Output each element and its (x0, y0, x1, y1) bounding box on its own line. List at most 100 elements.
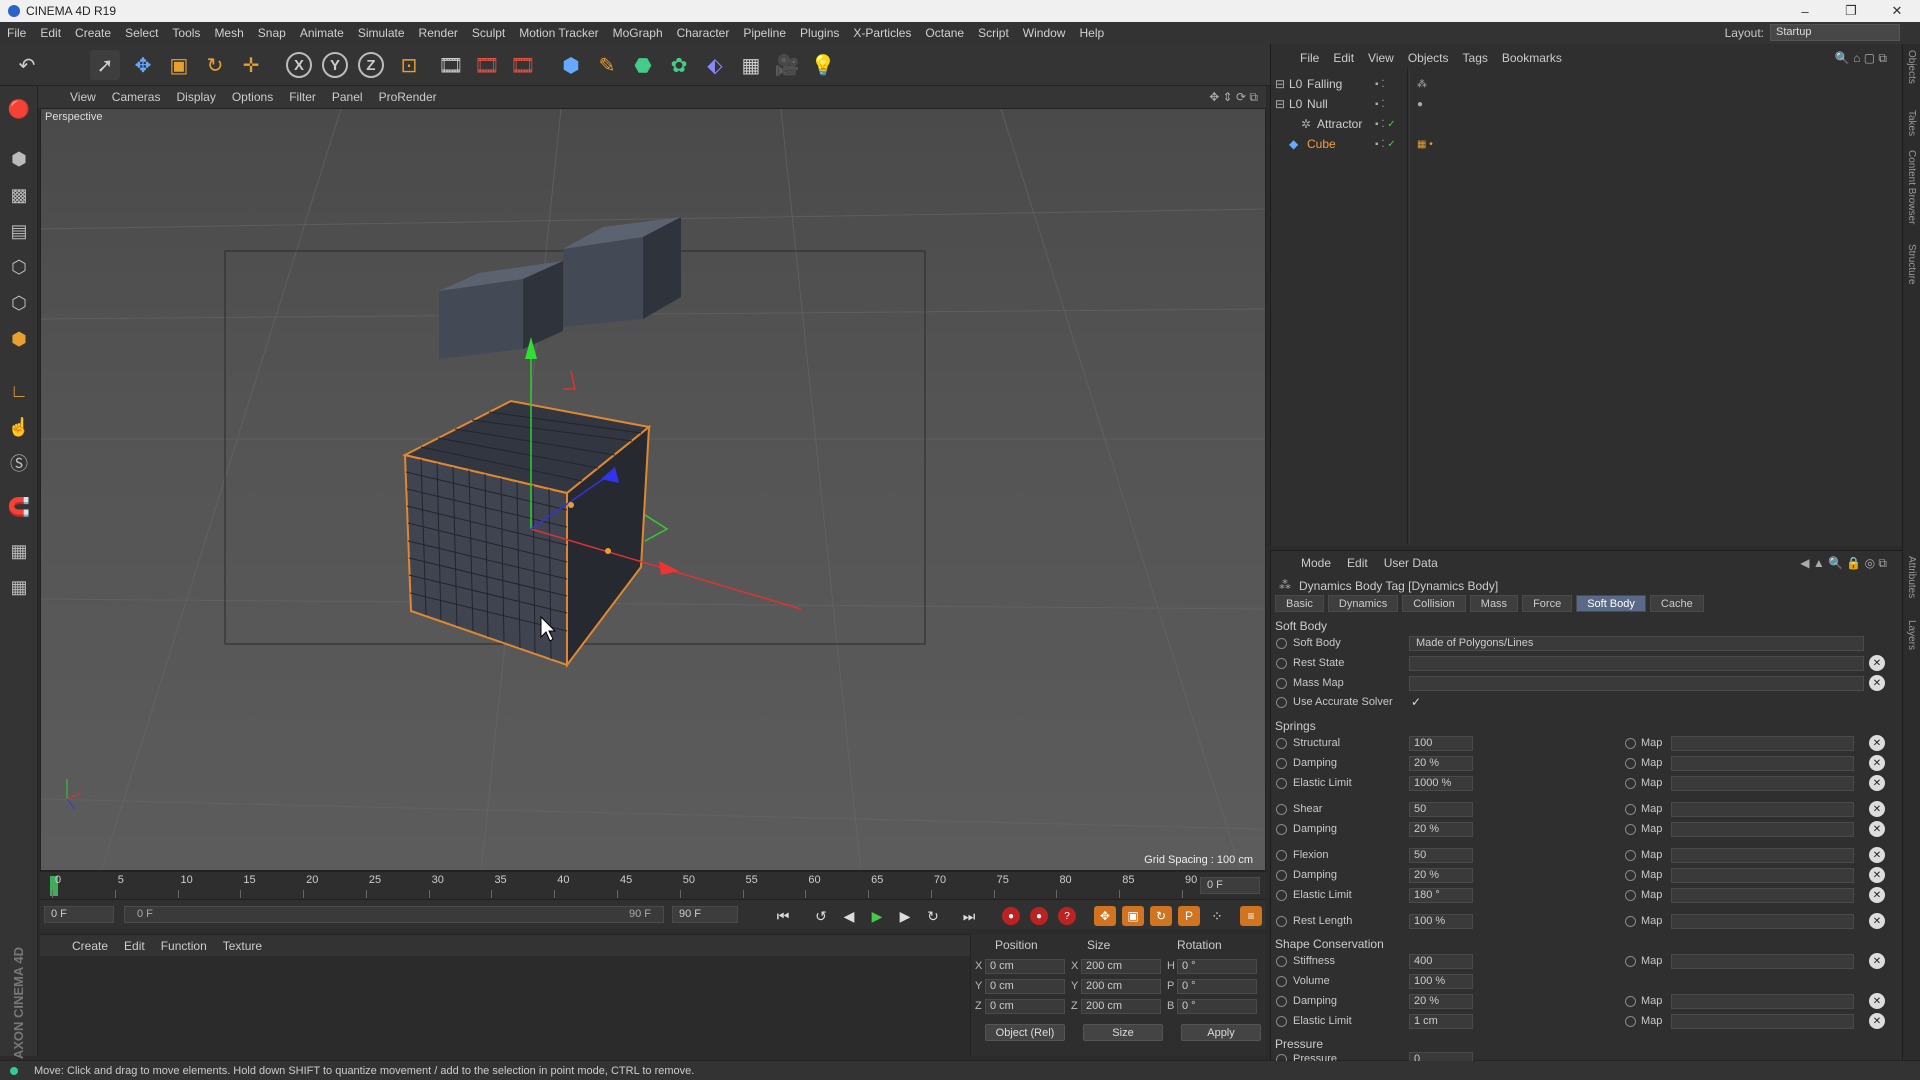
y-axis-lock-icon[interactable]: Y (320, 50, 350, 80)
workplane-icon[interactable]: ▤ (4, 216, 34, 246)
next-frame-icon[interactable]: ▶ (894, 906, 916, 926)
clear-link-icon[interactable]: ✕ (1869, 993, 1885, 1009)
record-point-level-icon[interactable]: ⁘ (1206, 906, 1228, 926)
map-field[interactable] (1671, 914, 1854, 929)
render-view-icon[interactable]: 🎞 (436, 50, 466, 80)
tab-soft-body[interactable]: Soft Body (1576, 595, 1646, 612)
clear-link-icon[interactable]: ✕ (1869, 913, 1885, 929)
viewport-menu-cameras[interactable]: Cameras (104, 90, 169, 104)
pos-z-field[interactable]: 0 cm (985, 999, 1065, 1014)
timeline-window-icon[interactable]: ≡ (1240, 906, 1262, 926)
material-manager-area[interactable] (40, 956, 970, 1060)
object-row-falling[interactable]: ⊟ L0 Falling ▪ ⁚ ⁂ (1271, 74, 1811, 94)
live-selection-icon[interactable]: ➚ (90, 50, 120, 80)
apply-button[interactable]: Apply (1181, 1024, 1261, 1041)
viewport-menu-display[interactable]: Display (168, 90, 223, 104)
object-row-attractor[interactable]: ✲ Attractor ▪ ⁚ ✓ (1271, 114, 1811, 134)
subdivision-surface-icon[interactable]: ⬣ (628, 50, 658, 80)
x-axis-lock-icon[interactable]: X (284, 50, 314, 80)
clear-link-icon[interactable]: ✕ (1869, 1013, 1885, 1029)
menu-plugins[interactable]: Plugins (793, 26, 846, 40)
attr-menu-edit[interactable]: Edit (1339, 556, 1376, 570)
object-name[interactable]: Null (1307, 97, 1328, 111)
record-parameter-icon[interactable]: P (1178, 906, 1200, 926)
tag-icon[interactable]: ⁂ (1417, 79, 1427, 90)
spring-value[interactable]: 20 % (1409, 822, 1473, 837)
model-mode-icon[interactable]: ⬢ (4, 144, 34, 174)
rest-state-field[interactable] (1409, 656, 1864, 671)
start-frame-field[interactable]: 0 F (44, 906, 114, 923)
move-tool-icon[interactable]: ✥ (128, 50, 158, 80)
shape-value[interactable]: 100 % (1409, 974, 1473, 989)
magnet-icon[interactable]: 🧲 (4, 492, 34, 522)
minimize-button[interactable]: – (1782, 0, 1828, 22)
record-rotation-icon[interactable]: ↻ (1150, 906, 1172, 926)
spring-value[interactable]: 50 (1409, 802, 1473, 817)
attr-menu-user-data[interactable]: User Data (1376, 556, 1446, 570)
map-field[interactable] (1671, 736, 1854, 751)
tab-layers[interactable]: Layers (1906, 620, 1917, 650)
object-row-cube[interactable]: ◆ Cube ▪ ⁚ ✓ ▦ • (1271, 134, 1811, 154)
menu-select[interactable]: Select (118, 26, 165, 40)
map-field[interactable] (1671, 1014, 1854, 1029)
material-menu-texture[interactable]: Texture (215, 939, 270, 953)
close-button[interactable]: ✕ (1874, 0, 1920, 22)
object-search-icon[interactable]: 🔍 ⌂ ▢ ⧉ (1835, 51, 1887, 66)
map-field[interactable] (1671, 776, 1854, 791)
clear-link-icon[interactable]: ✕ (1869, 801, 1885, 817)
spring-value[interactable]: 20 % (1409, 756, 1473, 771)
camera-icon[interactable]: 🎥 (772, 50, 802, 80)
menu-file[interactable]: File (0, 26, 33, 40)
coordinate-mode-select[interactable]: Object (Rel) (985, 1024, 1065, 1041)
viewport-menu-view[interactable]: View (62, 90, 104, 104)
deformer-icon[interactable]: ⬖ (700, 50, 730, 80)
previous-frame-icon[interactable]: ◀ (838, 906, 860, 926)
pressure-value[interactable]: 0 (1409, 1052, 1473, 1061)
viewport-menu-filter[interactable]: Filter (281, 90, 324, 104)
rotate-tool-icon[interactable]: ↻ (200, 50, 230, 80)
attr-menu-mode[interactable]: Mode (1293, 556, 1339, 570)
planar-workplane-icon[interactable]: ▦ (4, 572, 34, 602)
spring-value[interactable]: 1000 % (1409, 776, 1473, 791)
object-menu-view[interactable]: View (1361, 51, 1401, 65)
map-field[interactable] (1671, 756, 1854, 771)
menu-tools[interactable]: Tools (165, 26, 207, 40)
z-axis-lock-icon[interactable]: Z (356, 50, 386, 80)
attr-nav-icons[interactable]: ◀ ▲ 🔍 🔒 ◎ ⧉ (1800, 556, 1887, 571)
map-field[interactable] (1671, 994, 1854, 1009)
clear-link-icon[interactable]: ✕ (1869, 867, 1885, 883)
tab-objects[interactable]: Objects (1906, 50, 1917, 84)
undo-icon[interactable]: ↶ (12, 50, 42, 80)
shape-value[interactable]: 1 cm (1409, 1014, 1473, 1029)
visibility-dots-icon[interactable]: ▪ ⁚ (1375, 79, 1385, 90)
tab-content-browser[interactable]: Content Browser (1906, 150, 1917, 224)
menu-script[interactable]: Script (971, 26, 1016, 40)
shape-value[interactable]: 20 % (1409, 994, 1473, 1009)
scale-tool-icon[interactable]: ▣ (164, 50, 194, 80)
tab-takes[interactable]: Takes (1906, 110, 1917, 136)
tab-mass[interactable]: Mass (1469, 595, 1519, 612)
floor-icon[interactable]: ▦ (736, 50, 766, 80)
shape-value[interactable]: 400 (1409, 954, 1473, 969)
autokey-icon[interactable]: ● (1028, 906, 1050, 926)
clear-link-icon[interactable]: ✕ (1869, 821, 1885, 837)
menu-mograph[interactable]: MoGraph (606, 26, 670, 40)
current-frame-field[interactable]: 0 F (1200, 877, 1260, 894)
size-x-field[interactable]: 200 cm (1081, 959, 1161, 974)
spline-pen-icon[interactable]: ✎ (592, 50, 622, 80)
menu-x-particles[interactable]: X-Particles (846, 26, 918, 40)
render-picture-viewer-icon[interactable]: 🎞 (472, 50, 502, 80)
next-key-icon[interactable]: ↻ (922, 906, 944, 926)
menu-render[interactable]: Render (412, 26, 465, 40)
menu-create[interactable]: Create (68, 26, 118, 40)
rot-p-field[interactable]: 0 ° (1177, 979, 1257, 994)
record-scale-icon[interactable]: ▣ (1122, 906, 1144, 926)
menu-snap[interactable]: Snap (251, 26, 293, 40)
cloner-icon[interactable]: ✿ (664, 50, 694, 80)
material-menu-create[interactable]: Create (64, 939, 116, 953)
spring-value[interactable]: 180 ° (1409, 888, 1473, 903)
viewport-menu-panel[interactable]: Panel (324, 90, 371, 104)
tab-structure[interactable]: Structure (1906, 244, 1917, 285)
end-frame-field[interactable]: 90 F (672, 906, 738, 923)
material-menu-edit[interactable]: Edit (116, 939, 153, 953)
